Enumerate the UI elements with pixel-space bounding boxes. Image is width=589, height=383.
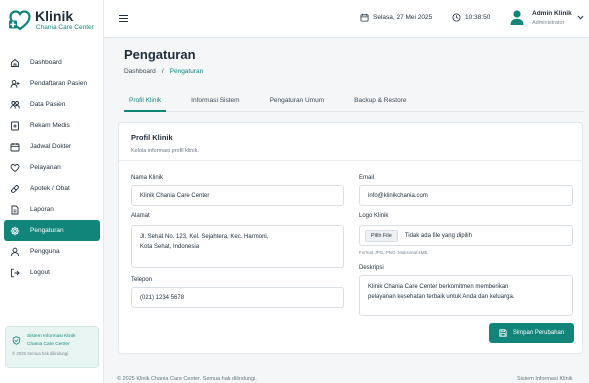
logo-file-input[interactable]: Pilih File Tidak ada file yang dipilih xyxy=(359,225,573,246)
sidebar-item-label: Dashboard xyxy=(30,59,62,66)
users-icon xyxy=(10,100,20,109)
sidebar-item-pendaftaran-pasien[interactable]: Pendaftaran Pasien xyxy=(4,73,100,94)
system-info-card: Sistem Informasi Klinik Chania Care Cent… xyxy=(5,326,99,368)
profile-form-card: Profil Klinik Kelola informasi profil kl… xyxy=(118,122,583,354)
heart-icon xyxy=(10,163,20,172)
sidebar-item-dashboard[interactable]: Dashboard xyxy=(4,52,100,73)
topbar: Selasa, 27 Mei 2025 10:38:50 Admin Klini… xyxy=(104,0,589,38)
card-header: Profil Klinik Kelola informasi profil kl… xyxy=(119,123,582,161)
save-button-label: Simpan Perubahan xyxy=(512,330,565,336)
tab-informasi-sistem[interactable]: Informasi Sistem xyxy=(186,92,244,112)
breadcrumb-separator: / xyxy=(161,68,164,75)
sidebar-item-logout[interactable]: Logout xyxy=(4,262,100,283)
user-name[interactable]: Admin Klinik xyxy=(532,10,572,17)
alamat-line-2: Kota Sehat, Indonesia xyxy=(140,244,200,250)
sidebar-item-label: Pendaftaran Pasien xyxy=(30,80,88,87)
breadcrumb-home[interactable]: Dashboard xyxy=(124,68,156,75)
deskripsi-textarea[interactable]: Klinik Chania Care Center berkomitmen me… xyxy=(359,275,573,316)
sidebar-item-laporan[interactable]: Laporan xyxy=(4,199,100,220)
sidebar-item-rekam-medis[interactable]: Rekam Medis xyxy=(4,115,100,136)
telepon-label: Telepon xyxy=(131,277,153,283)
choose-file-button[interactable]: Pilih File xyxy=(365,229,398,242)
time-display: 10:38:50 xyxy=(452,13,490,22)
sidebar-item-jadwal-dokter[interactable]: Jadwal Dokter xyxy=(4,136,100,157)
info-card-title: Sistem Informasi Klinik xyxy=(27,334,76,339)
clock-icon xyxy=(452,13,461,22)
logout-icon xyxy=(11,268,20,277)
sidebar-item-label: Laporan xyxy=(30,206,54,213)
sidebar-item-label: Jadwal Dokter xyxy=(30,143,72,150)
home-icon xyxy=(11,58,19,67)
breadcrumb: Dashboard / Pengaturan xyxy=(124,68,203,75)
email-input[interactable]: info@klinikchania.com xyxy=(359,185,573,206)
nama-klinik-label: Nama Klinik xyxy=(131,175,164,181)
card-title: Profil Klinik xyxy=(131,133,173,142)
telepon-input[interactable]: (021) 1234 5678 xyxy=(131,287,344,308)
user-role: Administrator xyxy=(532,20,565,26)
deskripsi-line-2: pelayanan kesehatan terbaik untuk Anda d… xyxy=(368,294,515,300)
time-text: 10:38:50 xyxy=(465,14,491,21)
sidebar-item-label: Pelayanan xyxy=(30,164,61,171)
alamat-label: Alamat xyxy=(131,213,150,219)
footer-system-name: Sistem Informasi Klinik xyxy=(517,376,573,382)
brand[interactable]: Klinik Chania Care Center xyxy=(8,8,94,32)
chevron-down-icon[interactable] xyxy=(577,15,584,20)
user-avatar-icon[interactable] xyxy=(510,9,524,25)
nama-klinik-input[interactable]: Klinik Chania Care Center xyxy=(131,185,344,206)
save-icon xyxy=(499,329,507,337)
clinic-logo-icon xyxy=(9,10,31,31)
file-status: Tidak ada file yang dipilih xyxy=(404,232,472,239)
alamat-textarea[interactable]: Jl. Sehat No. 123, Kel. Sejahtera, Kec. … xyxy=(131,225,344,268)
sidebar-item-label: Apotek / Obat xyxy=(30,185,70,192)
tab-pengaturan-umum[interactable]: Pengaturan Umum xyxy=(265,92,330,112)
sidebar-item-pelayanan[interactable]: Pelayanan xyxy=(4,157,100,178)
card-description: Kelola informasi profil klinik. xyxy=(131,148,199,154)
sidebar-item-label: Rekam Medis xyxy=(30,122,70,129)
shield-check-icon xyxy=(12,336,21,345)
sidebar-item-label: Pengaturan xyxy=(30,227,64,234)
email-label: Email xyxy=(359,175,375,181)
sidebar-item-pengaturan[interactable]: Pengaturan xyxy=(4,220,100,241)
calendar-icon xyxy=(360,13,369,22)
sidebar-item-label: Logout xyxy=(30,269,50,276)
hamburger-menu-icon[interactable] xyxy=(118,13,129,24)
user-plus-icon xyxy=(10,79,20,88)
info-card-copyright: © 2025 Semua hak dilindungi. xyxy=(12,351,70,356)
sidebar-item-label: Data Pasien xyxy=(30,101,66,108)
date-display: Selasa, 27 Mei 2025 xyxy=(360,13,432,22)
alamat-line-1: Jl. Sehat No. 123, Kel. Sejahtera, Kec. … xyxy=(140,234,269,240)
logo-klinik-label: Logo Klinik xyxy=(359,213,389,219)
footer-copyright: © 2025 Klinik Chania Care Center. Semua … xyxy=(117,376,257,382)
medical-record-icon xyxy=(11,121,19,130)
settings-tabs: Profil Klinik Informasi Sistem Pengatura… xyxy=(124,92,584,112)
gear-icon xyxy=(10,226,20,235)
save-button[interactable]: Simpan Perubahan xyxy=(489,323,574,343)
page-title: Pengaturan xyxy=(124,47,196,62)
sidebar-item-data-pasien[interactable]: Data Pasien xyxy=(4,94,100,115)
info-card-subtitle: Chania Care Center xyxy=(27,342,70,347)
brand-subtitle: Chania Care Center xyxy=(36,23,94,31)
calendar-icon xyxy=(10,142,20,151)
deskripsi-line-1: Klinik Chania Care Center berkomitmen me… xyxy=(368,284,509,290)
breadcrumb-current: Pengaturan xyxy=(169,68,204,75)
pill-icon xyxy=(11,184,19,193)
date-text: Selasa, 27 Mei 2025 xyxy=(373,14,433,21)
sidebar-item-pengguna[interactable]: Pengguna xyxy=(4,241,100,262)
logo-format-hint: Format JPG, PNG. Maksimal 2MB. xyxy=(359,250,429,255)
report-icon xyxy=(11,205,19,214)
deskripsi-label: Deskripsi xyxy=(359,265,384,271)
sidebar-item-label: Pengguna xyxy=(30,248,60,255)
user-icon xyxy=(11,247,19,256)
sidebar-nav: Dashboard Pendaftaran Pasien Data Pasien… xyxy=(4,52,100,283)
tab-backup-restore[interactable]: Backup & Restore xyxy=(349,92,411,112)
tab-profil-klinik[interactable]: Profil Klinik xyxy=(124,92,167,112)
sidebar-item-apotek-obat[interactable]: Apotek / Obat xyxy=(4,178,100,199)
brand-title: Klinik xyxy=(35,7,74,24)
sidebar: Klinik Chania Care Center Dashboard Pend… xyxy=(0,0,104,383)
